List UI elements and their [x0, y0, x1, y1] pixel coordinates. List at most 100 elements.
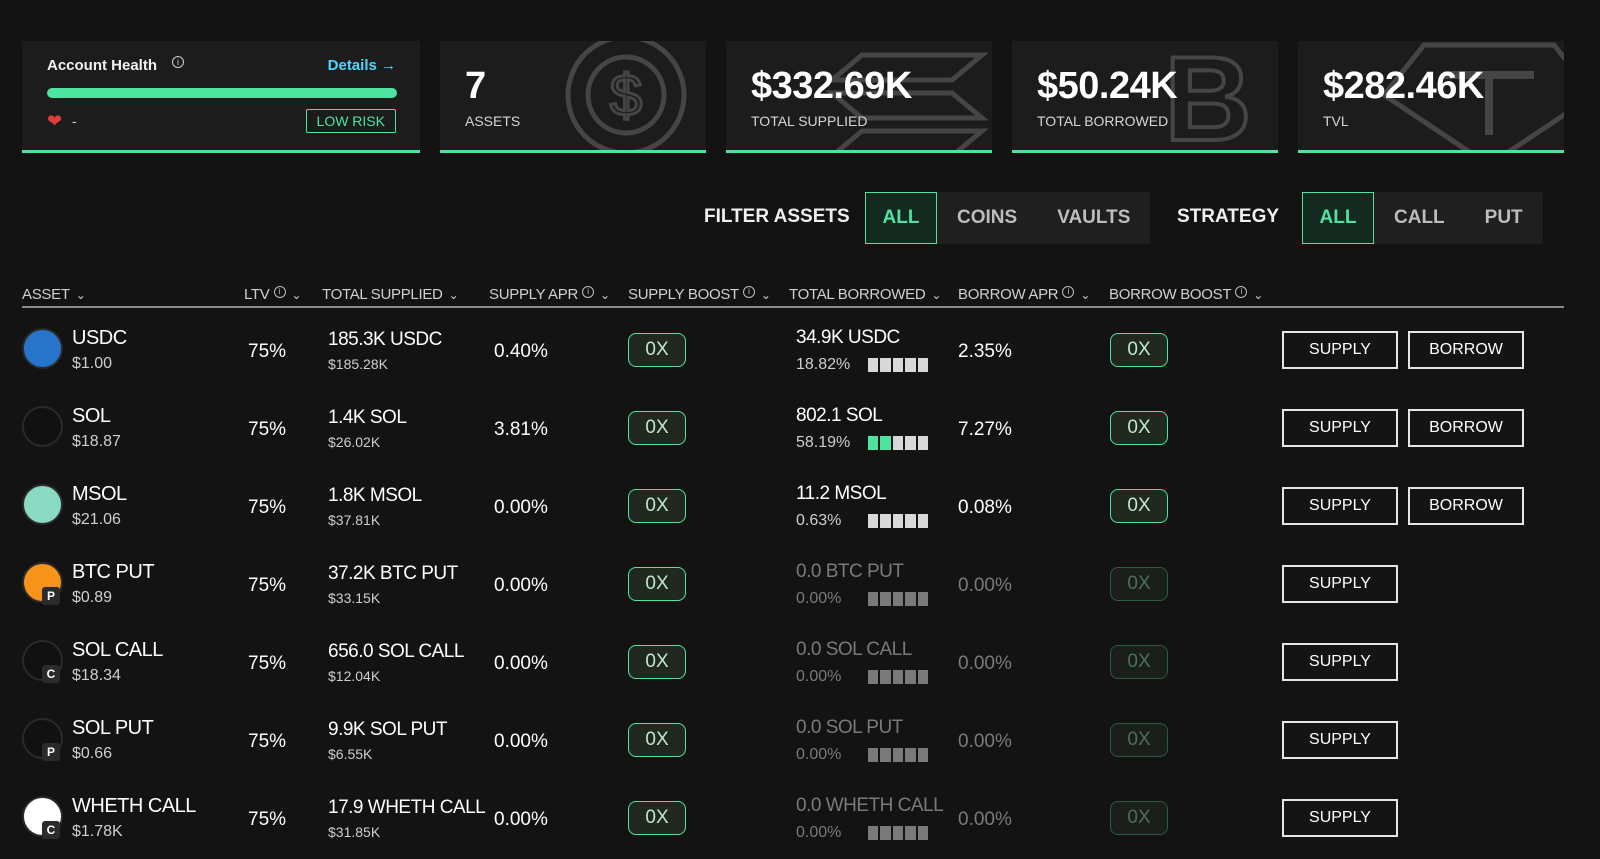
utilization-segment: [880, 358, 891, 372]
usdc-watermark-icon: $: [565, 41, 687, 150]
option-badge: P: [42, 743, 60, 761]
utilization-segment: [905, 436, 916, 450]
total-borrowed-value: $50.24K: [1037, 65, 1178, 107]
supply-button[interactable]: SUPPLY: [1282, 331, 1398, 369]
filter-all-tab[interactable]: ALL: [865, 192, 937, 244]
chevron-down-icon: ⌄: [291, 288, 302, 302]
supply-button[interactable]: SUPPLY: [1282, 799, 1398, 837]
ltv-value: 75%: [248, 731, 287, 752]
supply-button[interactable]: SUPPLY: [1282, 487, 1398, 525]
ltv-value: 75%: [248, 419, 287, 440]
total-supplied-usd: $31.85K: [328, 824, 381, 840]
col-asset[interactable]: ASSET ⌄: [22, 286, 86, 303]
supply-boost-badge[interactable]: 0X: [628, 801, 686, 835]
total-supplied-amount: 185.3K USDC: [328, 329, 442, 350]
supply-button[interactable]: SUPPLY: [1282, 565, 1398, 603]
borrow-boost-badge[interactable]: 0X: [1110, 333, 1168, 367]
info-icon: i: [742, 286, 755, 298]
borrow-apr-value: 0.08%: [958, 497, 1012, 518]
option-badge: C: [42, 821, 60, 839]
total-borrowed-amount: 0.0 SOL CALL: [796, 639, 912, 660]
asset-name: SOL: [72, 405, 111, 427]
supply-boost-badge[interactable]: 0X: [628, 567, 686, 601]
col-total-supplied[interactable]: TOTAL SUPPLIED ⌄: [322, 286, 459, 303]
info-icon[interactable]: i: [172, 56, 184, 68]
filter-coins-tab[interactable]: COINS: [937, 192, 1037, 244]
tvl-value: $282.46K: [1323, 65, 1484, 107]
borrow-boost-badge[interactable]: 0X: [1110, 567, 1168, 601]
chevron-down-icon: ⌄: [1253, 288, 1264, 302]
utilization-bar: [868, 826, 929, 840]
supply-boost-badge[interactable]: 0X: [628, 723, 686, 757]
health-value: -: [72, 113, 77, 129]
borrow-apr-value: 2.35%: [958, 341, 1012, 362]
option-badge: C: [42, 665, 60, 683]
col-supply-apr[interactable]: SUPPLY APR i ⌄: [489, 286, 610, 303]
supply-button[interactable]: SUPPLY: [1282, 643, 1398, 681]
borrow-apr-value: 0.00%: [958, 809, 1012, 830]
ltv-value: 75%: [248, 653, 287, 674]
utilization-segment: [868, 514, 879, 528]
utilization-segment: [868, 670, 879, 684]
total-supplied-card: $332.69K TOTAL SUPPLIED: [726, 41, 992, 153]
tvl-label: TVL: [1323, 113, 1349, 129]
borrowed-utilization-pct: 0.00%: [796, 824, 842, 841]
utilization-bar: [868, 436, 929, 450]
supply-boost-badge[interactable]: 0X: [628, 489, 686, 523]
total-supplied-amount: 656.0 SOL CALL: [328, 641, 464, 662]
asset-price: $1.78K: [72, 823, 123, 840]
col-supply-boost[interactable]: SUPPLY BOOST i ⌄: [628, 286, 771, 303]
total-borrowed-amount: 0.0 WHETH CALL: [796, 795, 944, 816]
strategy-put-tab[interactable]: PUT: [1465, 192, 1543, 244]
asset-name: USDC: [72, 327, 127, 349]
ltv-value: 75%: [248, 809, 287, 830]
utilization-segment: [892, 670, 904, 684]
utilization-segment: [868, 358, 879, 372]
supply-boost-badge[interactable]: 0X: [628, 411, 686, 445]
utilization-bar: [868, 358, 929, 372]
supply-boost-badge[interactable]: 0X: [628, 645, 686, 679]
ltv-value: 75%: [248, 575, 287, 596]
supply-button[interactable]: SUPPLY: [1282, 721, 1398, 759]
borrow-boost-badge[interactable]: 0X: [1110, 801, 1168, 835]
supply-button[interactable]: SUPPLY: [1282, 409, 1398, 447]
filter-vaults-tab[interactable]: VAULTS: [1037, 192, 1150, 244]
asset-logo-icon: [22, 406, 63, 447]
details-link[interactable]: Details →: [328, 57, 396, 74]
strategy-label: STRATEGY: [1177, 206, 1280, 227]
supply-boost-badge[interactable]: 0X: [628, 333, 686, 367]
strategy-call-tab[interactable]: CALL: [1374, 192, 1465, 244]
borrow-boost-badge[interactable]: 0X: [1110, 723, 1168, 757]
borrow-button[interactable]: BORROW: [1408, 331, 1524, 369]
utilization-segment: [892, 592, 904, 606]
col-total-borrowed[interactable]: TOTAL BORROWED ⌄: [789, 286, 941, 303]
supply-apr-value: 0.00%: [494, 809, 548, 830]
assets-stat-card: $ 7 ASSETS: [440, 41, 706, 153]
utilization-segment: [868, 592, 879, 606]
table-row: P BTC PUT $0.89 75% 37.2K BTC PUT $33.15K 0.00…: [22, 545, 1564, 623]
utilization-segment: [905, 514, 916, 528]
borrow-button[interactable]: BORROW: [1408, 409, 1524, 447]
info-icon: i: [1062, 286, 1075, 298]
borrow-boost-badge[interactable]: 0X: [1110, 411, 1168, 445]
borrow-boost-badge[interactable]: 0X: [1110, 489, 1168, 523]
borrow-button[interactable]: BORROW: [1408, 487, 1524, 525]
utilization-segment: [868, 826, 879, 840]
utilization-segment: [905, 358, 916, 372]
total-borrowed-amount: 0.0 BTC PUT: [796, 561, 904, 582]
strategy-all-tab[interactable]: ALL: [1302, 192, 1374, 244]
supply-apr-value: 0.00%: [494, 575, 548, 596]
filter-assets-label: FILTER ASSETS: [704, 206, 850, 227]
col-ltv[interactable]: LTV i ⌄: [244, 286, 302, 303]
borrow-boost-badge[interactable]: 0X: [1110, 645, 1168, 679]
table-row: C WHETH CALL $1.78K 75% 17.9 WHETH CALL $31.8…: [22, 779, 1564, 857]
col-borrow-apr[interactable]: BORROW APR i ⌄: [958, 286, 1090, 303]
asset-name: SOL CALL: [72, 639, 163, 661]
total-supplied-amount: 9.9K SOL PUT: [328, 719, 447, 740]
chevron-down-icon: ⌄: [448, 288, 459, 302]
col-borrow-boost[interactable]: BORROW BOOST i ⌄: [1109, 286, 1263, 303]
utilization-segment: [905, 826, 916, 840]
utilization-segment: [880, 826, 891, 840]
assets-label: ASSETS: [465, 113, 521, 129]
total-borrowed-card: B $50.24K TOTAL BORROWED: [1012, 41, 1278, 153]
